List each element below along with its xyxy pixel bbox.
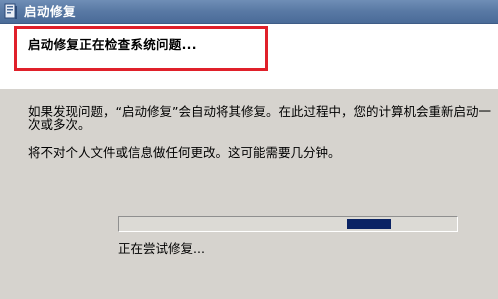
startup-repair-icon	[4, 3, 18, 20]
progress-bar	[118, 216, 458, 232]
status-text: 正在尝试修复...	[118, 241, 205, 256]
description-text: 如果发现问题，“启动修复”会自动将其修复。在此过程中，您的计算机会重新启动一次或…	[28, 104, 491, 132]
note-text: 将不对个人文件或信息做任何更改。这可能需要几分钟。	[28, 145, 341, 160]
window-title: 启动修复	[24, 4, 77, 19]
page-heading: 启动修复正在检查系统问题...	[28, 37, 197, 52]
progress-marquee-chunk	[347, 219, 391, 229]
window-titlebar[interactable]: 启动修复	[0, 0, 498, 24]
